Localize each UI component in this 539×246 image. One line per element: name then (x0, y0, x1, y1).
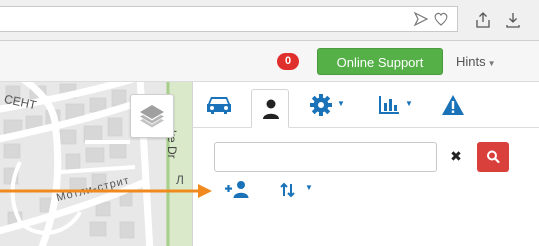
warning-icon (442, 95, 464, 115)
layers-icon (140, 105, 164, 128)
panel-tab-bar: ▼ ▼ (193, 82, 539, 128)
gear-icon (310, 94, 332, 116)
close-icon: ✖ (450, 149, 462, 165)
app-header: 0 Online Support Hints ▼ (0, 41, 539, 82)
search-input[interactable] (214, 142, 437, 172)
add-user-button[interactable] (224, 180, 252, 200)
user-icon (263, 99, 279, 119)
reports-chevron-down-icon: ▼ (405, 99, 413, 108)
tab-alerts[interactable] (435, 89, 471, 121)
tab-reports[interactable]: ▼ (371, 89, 421, 121)
heart-icon[interactable] (433, 10, 449, 28)
tab-users[interactable] (251, 89, 289, 128)
sort-dropdown-button[interactable]: ▼ (279, 180, 319, 200)
street-label-l: Л (176, 173, 184, 187)
tab-settings[interactable]: ▼ (303, 89, 357, 121)
address-bar-icons (413, 10, 449, 28)
share-icon[interactable] (474, 11, 492, 29)
side-panel: ▼ ▼ ✖ ▼ (192, 82, 539, 246)
clear-search-button[interactable]: ✖ (441, 142, 471, 172)
map-layers-button[interactable] (130, 94, 174, 138)
add-user-icon (225, 181, 249, 198)
screenshot-frame: 0 Online Support Hints ▼ СЕНТ Мотли-стри… (0, 0, 539, 246)
search-icon (487, 150, 500, 164)
sort-icon (280, 182, 295, 198)
hints-label: Hints (456, 54, 486, 69)
notification-badge[interactable]: 0 (277, 53, 299, 70)
tab-vehicles[interactable] (201, 89, 237, 121)
car-icon (207, 97, 231, 114)
settings-chevron-down-icon: ▼ (337, 99, 345, 108)
send-icon[interactable] (413, 10, 429, 28)
search-button[interactable] (477, 142, 509, 172)
browser-toolbar (0, 0, 539, 41)
map-view[interactable]: СЕНТ Мотли-стрит ke Dr Л (0, 82, 192, 246)
online-support-button[interactable]: Online Support (317, 48, 443, 75)
download-icon[interactable] (504, 11, 522, 29)
hints-dropdown[interactable]: Hints ▼ (456, 48, 496, 75)
address-bar[interactable] (0, 6, 458, 32)
sort-chevron-down-icon: ▼ (305, 183, 313, 192)
chevron-down-icon: ▼ (487, 59, 496, 68)
bar-chart-icon (379, 96, 399, 114)
